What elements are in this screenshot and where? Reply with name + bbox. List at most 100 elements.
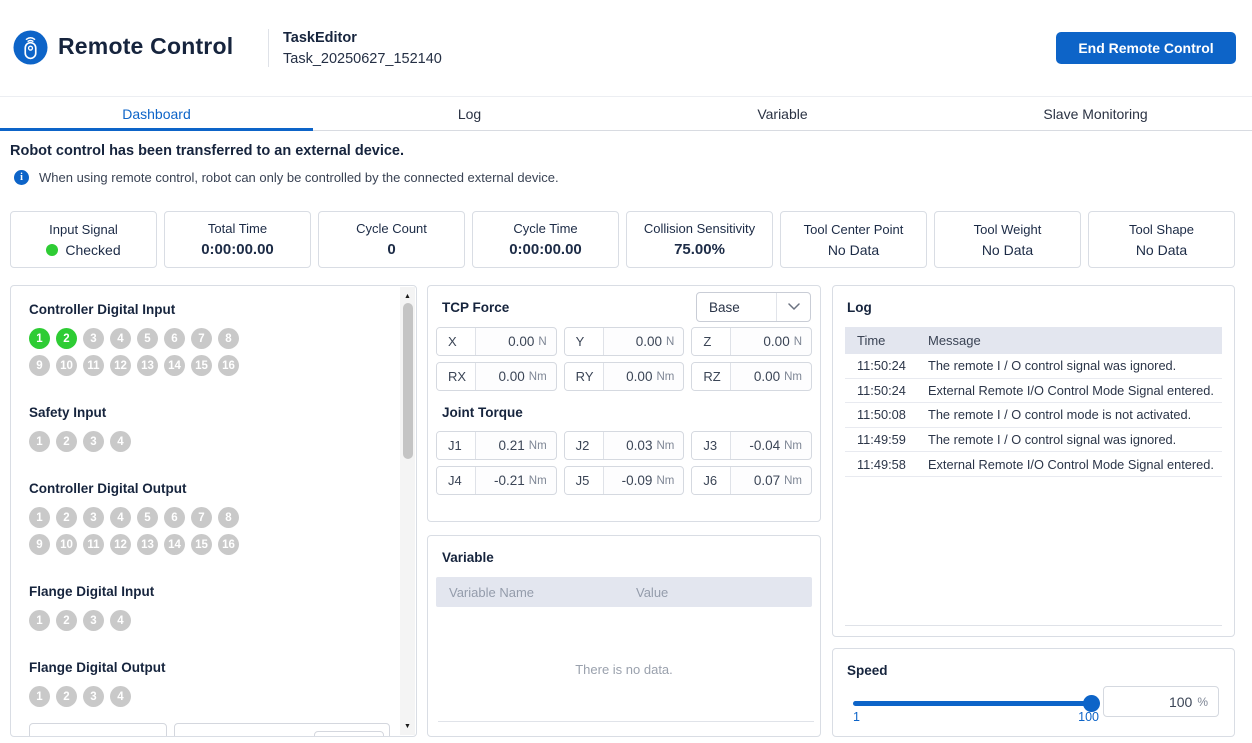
status-card-value: 0:00:00.00 xyxy=(201,241,274,258)
value-box-value: 0.00N xyxy=(476,328,556,355)
log-message: External Remote I/O Control Mode Signal … xyxy=(928,383,1214,398)
status-card: Collision Sensitivity75.00% xyxy=(626,211,773,268)
value-box-rz: RZ0.00Nm xyxy=(691,362,812,391)
status-card-value: Checked xyxy=(46,242,120,258)
io-indicator: 1 xyxy=(29,431,50,452)
io-indicator: 9 xyxy=(29,355,50,376)
status-card-label: Tool Weight xyxy=(974,222,1042,237)
status-card: Tool Center PointNo Data xyxy=(780,211,927,268)
status-card-value-text: No Data xyxy=(1136,242,1187,258)
value-unit: N xyxy=(666,336,674,348)
value-box-ry: RY0.00Nm xyxy=(564,362,685,391)
tab-slave-monitoring[interactable]: Slave Monitoring xyxy=(939,97,1252,130)
app-title: Remote Control xyxy=(58,33,233,60)
status-card-label: Cycle Count xyxy=(356,221,427,236)
log-row: 11:50:08The remote I / O control mode is… xyxy=(845,403,1222,428)
end-remote-control-button[interactable]: End Remote Control xyxy=(1056,32,1236,64)
io-panel-scrollbar[interactable]: ▲ ▼ xyxy=(400,287,415,735)
status-card: Tool WeightNo Data xyxy=(934,211,1081,268)
scrollbar-down-icon[interactable]: ▼ xyxy=(400,719,415,733)
io-indicator: 5 xyxy=(137,507,158,528)
status-card: Tool Shape No Data xyxy=(1088,211,1235,268)
tab-dashboard[interactable]: Dashboard xyxy=(0,97,313,130)
value-unit: Nm xyxy=(656,440,674,452)
green-status-dot-icon xyxy=(46,244,58,256)
io-indicator: 13 xyxy=(137,534,158,555)
io-indicator: 11 xyxy=(83,534,104,555)
tab-variable[interactable]: Variable xyxy=(626,97,939,130)
value-box-x: X0.00N xyxy=(436,327,557,356)
value-unit: Nm xyxy=(529,440,547,452)
status-card-value: 0:00:00.00 xyxy=(509,241,582,258)
value-number: 0.00 xyxy=(508,334,534,349)
io-indicator: 2 xyxy=(56,610,77,631)
io-indicator: 10 xyxy=(56,355,77,376)
value-box-j6: J60.07Nm xyxy=(691,466,812,495)
chevron-down-icon xyxy=(776,293,810,321)
scrollbar-thumb[interactable] xyxy=(403,303,413,459)
variable-table-header: Variable Name Value xyxy=(436,577,812,607)
log-table-header: Time Message xyxy=(845,327,1222,354)
io-indicator: 1 xyxy=(29,686,50,707)
value-box-value: 0.00Nm xyxy=(731,363,811,390)
log-message: The remote I / O control mode is not act… xyxy=(928,407,1191,422)
speed-panel: Speed 1 100 100 % xyxy=(832,648,1235,737)
value-row: J4-0.21NmJ5-0.09NmJ60.07Nm xyxy=(436,466,812,495)
io-indicator: 6 xyxy=(164,507,185,528)
variable-empty-message: There is no data. xyxy=(428,662,820,677)
io-section-title: Flange Digital Input xyxy=(29,584,386,599)
value-box-label: J2 xyxy=(565,432,604,459)
io-indicator-row: 12345678 xyxy=(29,507,386,528)
value-box-value: -0.09Nm xyxy=(604,467,684,494)
io-section: Controller Digital Output123456789101112… xyxy=(29,481,386,555)
value-box-value: -0.04Nm xyxy=(731,432,811,459)
io-indicator: 5 xyxy=(137,328,158,349)
speed-value-input[interactable]: 100 % xyxy=(1103,686,1219,717)
log-row: 11:50:24External Remote I/O Control Mode… xyxy=(845,379,1222,404)
io-indicator: 2 xyxy=(56,686,77,707)
value-unit: N xyxy=(794,336,802,348)
value-number: 0.00 xyxy=(626,369,652,384)
log-time: 11:50:08 xyxy=(845,407,928,422)
log-row: 11:50:24The remote I / O control signal … xyxy=(845,354,1222,379)
io-indicator: 1 xyxy=(29,507,50,528)
status-card-value: No Data xyxy=(1136,242,1187,258)
io-indicator: 14 xyxy=(164,534,185,555)
status-card-value: No Data xyxy=(828,242,879,258)
tab-log[interactable]: Log xyxy=(313,97,626,130)
io-widget-partial-1 xyxy=(29,723,167,737)
io-section: Controller Digital Input1234567891011121… xyxy=(29,302,386,376)
speed-title: Speed xyxy=(847,663,1220,678)
status-card-value: 75.00% xyxy=(674,241,725,258)
log-time-column-header: Time xyxy=(845,333,928,348)
log-panel-divider xyxy=(845,625,1222,626)
log-panel: Log Time Message 11:50:24The remote I / … xyxy=(832,285,1235,637)
task-name-label: Task_20250627_152140 xyxy=(283,51,442,67)
value-box-value: 0.00Nm xyxy=(604,363,684,390)
reference-frame-dropdown[interactable]: Base xyxy=(696,292,811,322)
variable-panel-divider xyxy=(438,721,814,722)
task-type-label: TaskEditor xyxy=(283,30,357,46)
io-indicator-row: 910111213141516 xyxy=(29,534,386,555)
scrollbar-up-icon[interactable]: ▲ xyxy=(400,289,415,303)
status-card: Cycle Count0 xyxy=(318,211,465,268)
io-indicator: 1 xyxy=(29,328,50,349)
io-widget-partial-2 xyxy=(174,723,390,737)
io-indicator: 15 xyxy=(191,534,212,555)
value-box-label: J4 xyxy=(437,467,476,494)
io-indicator: 2 xyxy=(56,328,77,349)
speed-slider-track[interactable] xyxy=(853,701,1099,706)
status-card-value-text: 75.00% xyxy=(674,241,725,258)
io-indicator: 7 xyxy=(191,328,212,349)
io-indicator-row: 1234 xyxy=(29,610,386,631)
variable-value-column-header: Value xyxy=(636,585,668,600)
io-indicator: 11 xyxy=(83,355,104,376)
status-card-label: Tool Shape xyxy=(1129,222,1194,237)
notice-title: Robot control has been transferred to an… xyxy=(10,143,404,159)
io-section-title: Controller Digital Output xyxy=(29,481,386,496)
value-row: RX0.00NmRY0.00NmRZ0.00Nm xyxy=(436,362,812,391)
io-indicator: 12 xyxy=(110,355,131,376)
io-indicator: 12 xyxy=(110,534,131,555)
status-card-value-text: 0:00:00.00 xyxy=(201,241,274,258)
io-section: Flange Digital Output1234 xyxy=(29,660,386,707)
